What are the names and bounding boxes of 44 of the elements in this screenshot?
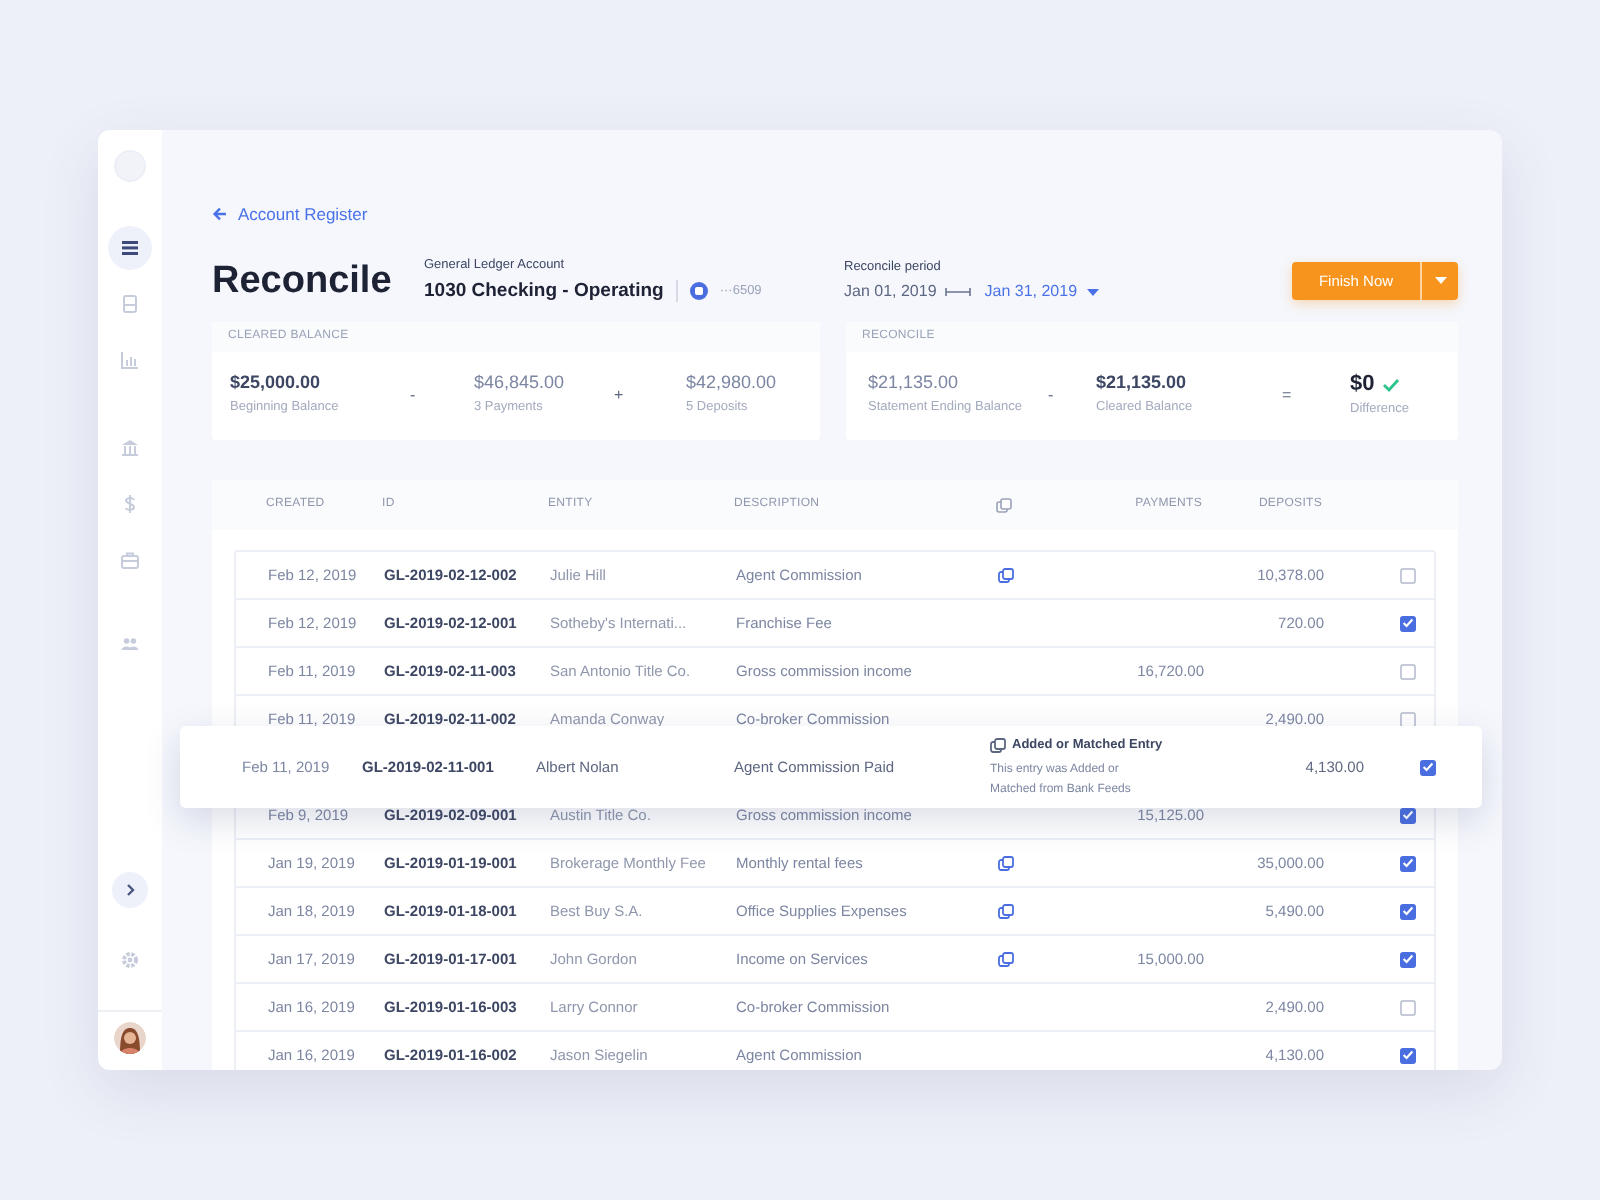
book-icon [118,292,142,316]
amount-text: $25,000.00 [230,374,323,393]
checkbox[interactable] [1400,711,1416,728]
checkbox[interactable] [1400,999,1416,1016]
back-link[interactable]: Account Register [212,202,368,228]
account-name: 1030 Checking - Operating [424,282,664,301]
range-icon [944,286,973,299]
page-title: Reconcile [212,262,394,300]
chart-icon [118,348,142,372]
operator-text: = [1282,388,1294,405]
dropdown-button[interactable] [1420,262,1458,300]
arrow-left-icon [212,206,228,223]
date-text: Jan 01, 2019 [844,284,937,301]
avatar [114,1022,146,1054]
operator-text: - [1048,388,1056,405]
checkbox[interactable] [1400,903,1416,920]
amount-text: $0 [1350,373,1375,396]
checkbox[interactable] [1400,567,1416,584]
amount-text: $46,845.00 [474,374,567,393]
checkbox[interactable] [1400,1047,1416,1064]
chevron-right-icon [122,882,138,898]
amount-text: $21,135.00 [868,374,961,393]
checkbox[interactable] [1420,759,1436,776]
checkbox[interactable] [1400,663,1416,680]
settings-icon [120,950,140,970]
amount-text: $42,980.00 [686,374,777,393]
operator-text: - [410,388,418,405]
checkbox[interactable] [1400,951,1416,968]
caret-down-icon [1433,276,1447,286]
nav-button[interactable] [108,226,152,270]
checkbox[interactable] [1400,855,1416,872]
date-dropdown[interactable]: Jan 31, 2019 [984,284,1100,301]
bank-logo-icon [689,282,708,301]
copy-icon [996,497,1012,514]
briefcase-icon [118,548,142,572]
expand-button[interactable] [112,872,148,908]
amount-text: $21,135.00 [1096,374,1189,393]
operator-text: + [614,388,626,405]
bank-icon [118,436,142,460]
list-icon [118,236,142,260]
people-icon [118,632,142,656]
settings-button[interactable] [118,948,142,972]
caret-down-icon [1085,287,1100,298]
checkbox[interactable] [1400,615,1416,632]
